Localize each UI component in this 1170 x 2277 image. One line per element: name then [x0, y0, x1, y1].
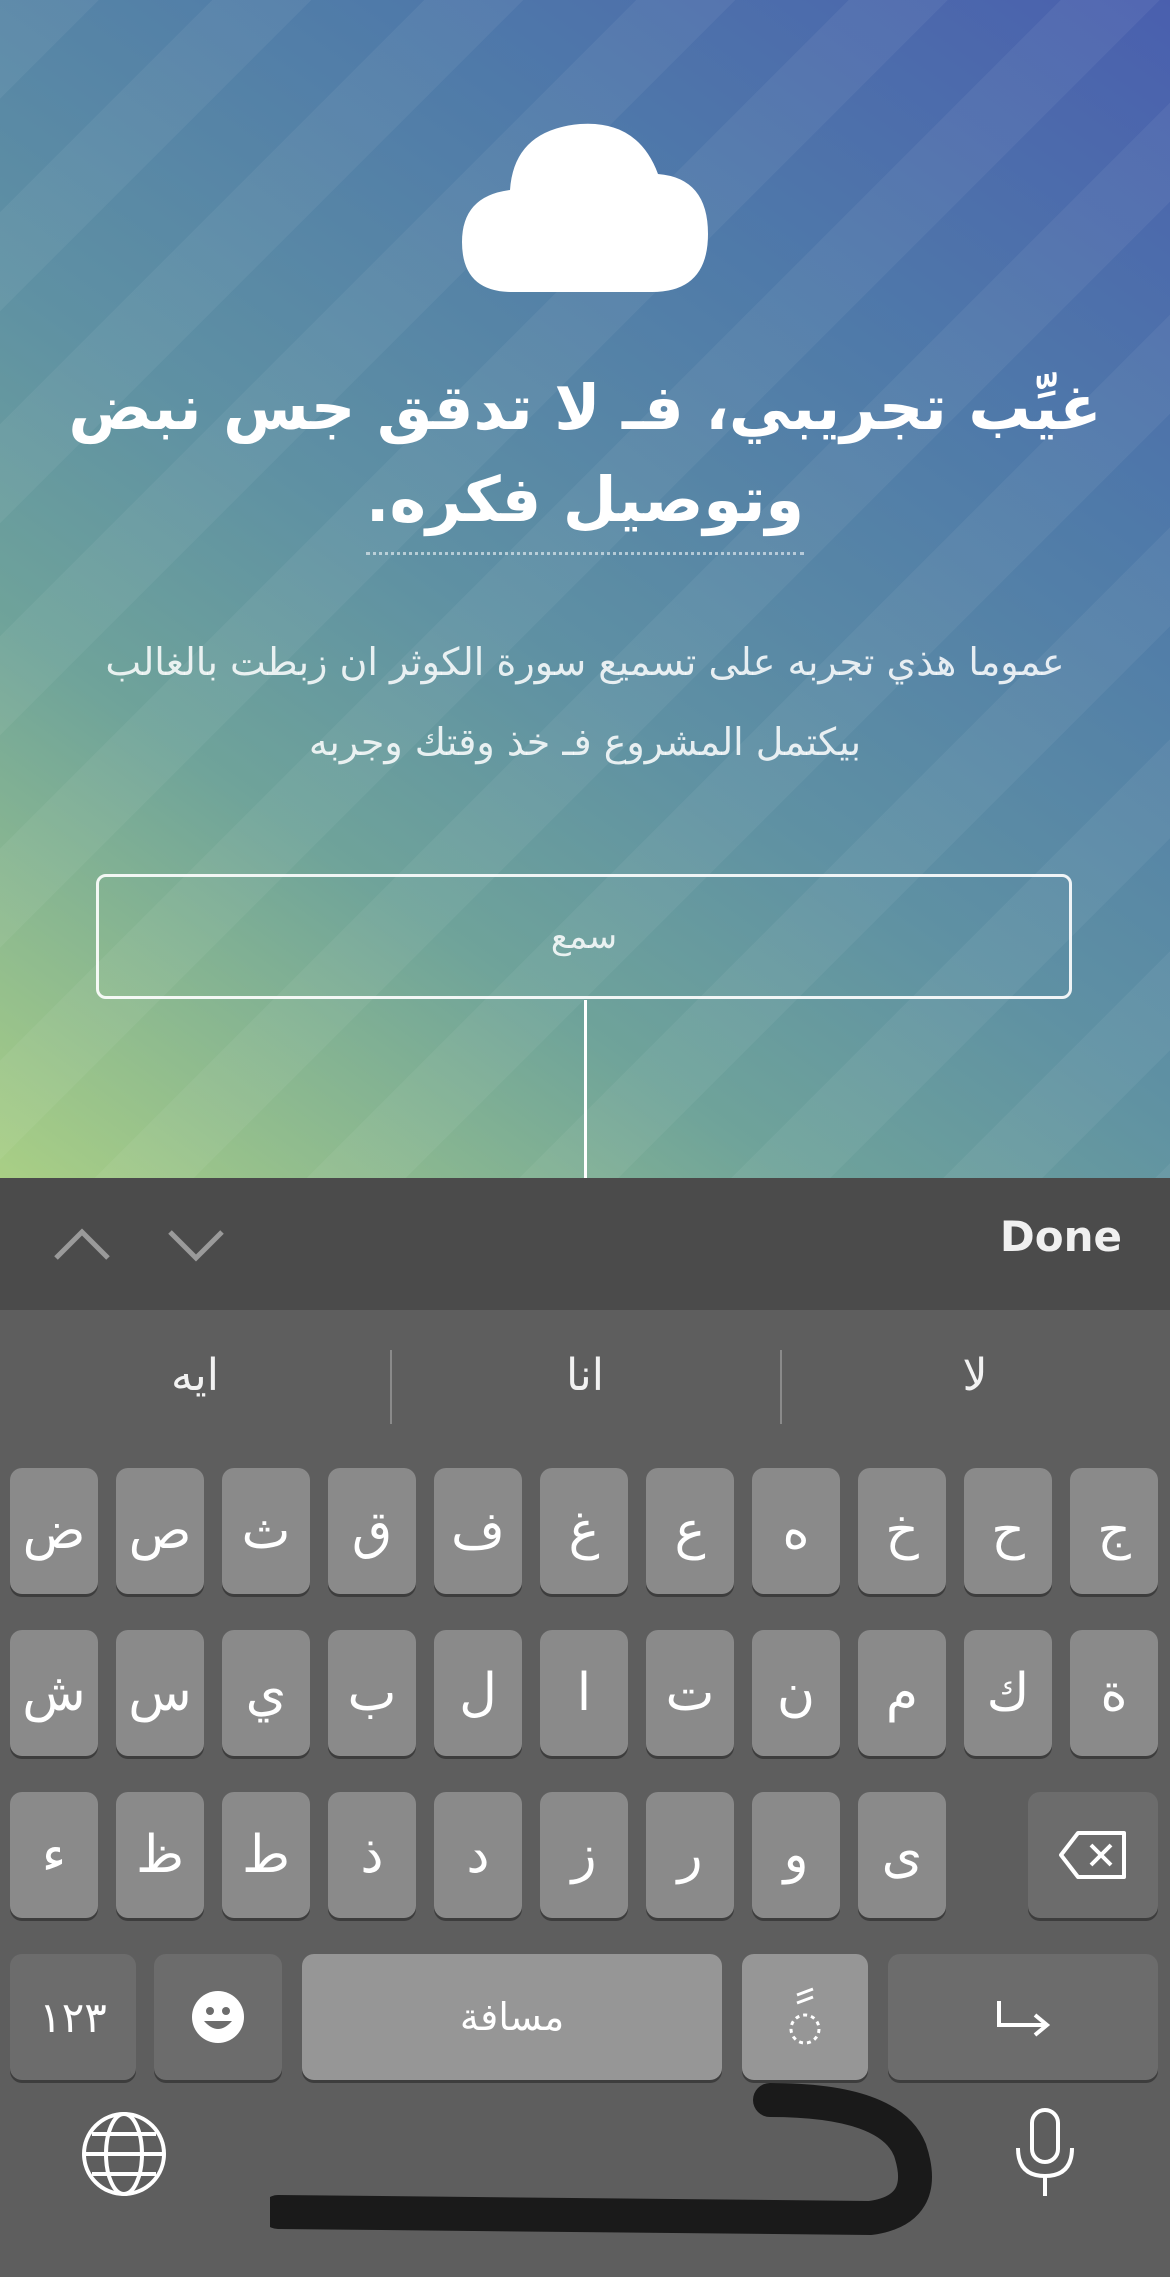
key-sad[interactable]: ص	[116, 1468, 204, 1594]
numbers-key[interactable]: ١٢٣	[10, 1954, 136, 2080]
chevron-down-icon[interactable]	[164, 1216, 228, 1272]
key-qaf[interactable]: ق	[328, 1468, 416, 1594]
key-fa[interactable]: ف	[434, 1468, 522, 1594]
recitation-input[interactable]: سمع	[96, 874, 1072, 999]
microphone-icon	[1016, 2108, 1074, 2196]
key-hamza[interactable]: ء	[10, 1792, 98, 1918]
key-ya[interactable]: ي	[222, 1630, 310, 1756]
key-thal[interactable]: ذ	[328, 1792, 416, 1918]
subtitle-line-2: بيكتمل المشروع فـ خذ وقتك وجربه	[308, 720, 862, 764]
title-line-2: وتوصيل فكره.	[365, 454, 805, 555]
content-area: غيِّب تجريبي، فـ لا تدقق جس نبض وتوصيل ف…	[0, 0, 1170, 1178]
microphone-button[interactable]	[1010, 2106, 1080, 2206]
subtitle: عموما هذي تجربه على تسميع سورة الكوثر ان…	[80, 622, 1090, 782]
input-placeholder: سمع	[550, 916, 618, 957]
return-button[interactable]	[888, 1954, 1158, 2080]
scribble-mark	[270, 2083, 932, 2236]
text-cursor	[584, 1000, 587, 1178]
return-icon	[997, 2001, 1051, 2037]
key-waw[interactable]: و	[752, 1792, 840, 1918]
key-ra[interactable]: ر	[646, 1792, 734, 1918]
chevron-up-icon[interactable]	[50, 1216, 114, 1272]
title-line-1: غيِّب تجريبي، فـ لا تدقق جس نبض	[68, 371, 1102, 444]
diacritic-circle-icon	[789, 1987, 821, 2045]
emoji-icon	[192, 1991, 244, 2043]
key-alif[interactable]: ا	[540, 1630, 628, 1756]
key-lam[interactable]: ل	[434, 1630, 522, 1756]
key-ha[interactable]: ه	[752, 1468, 840, 1594]
key-alif-maqsura[interactable]: ى	[858, 1792, 946, 1918]
globe-button[interactable]	[80, 2110, 168, 2202]
key-ba[interactable]: ب	[328, 1630, 416, 1756]
space-key[interactable]: مسافة	[302, 1954, 722, 2080]
key-kha[interactable]: خ	[858, 1468, 946, 1594]
key-jeem[interactable]: ج	[1070, 1468, 1158, 1594]
key-dha[interactable]: ظ	[116, 1792, 204, 1918]
globe-icon	[82, 2112, 166, 2196]
key-ta[interactable]: ت	[646, 1630, 734, 1756]
key-tha[interactable]: ث	[222, 1468, 310, 1594]
key-kaf[interactable]: ك	[964, 1630, 1052, 1756]
emoji-button[interactable]	[154, 1954, 282, 2080]
suggestion-2[interactable]: انا	[390, 1350, 780, 1401]
subtitle-line-1: عموما هذي تجربه على تسميع سورة الكوثر ان…	[105, 640, 1065, 684]
key-noon[interactable]: ن	[752, 1630, 840, 1756]
suggestion-1[interactable]: ايه	[0, 1350, 390, 1401]
key-tta[interactable]: ط	[222, 1792, 310, 1918]
done-button[interactable]: Done	[1000, 1212, 1122, 1261]
key-ta-marbuta[interactable]: ة	[1070, 1630, 1158, 1756]
key-meem[interactable]: م	[858, 1630, 946, 1756]
key-zay[interactable]: ز	[540, 1792, 628, 1918]
backspace-icon	[1059, 1831, 1126, 1879]
key-hha[interactable]: ح	[964, 1468, 1052, 1594]
key-dal[interactable]: د	[434, 1792, 522, 1918]
keyboard-toolbar: Done	[0, 1178, 1170, 1310]
key-seen[interactable]: س	[116, 1630, 204, 1756]
key-sheen[interactable]: ش	[10, 1630, 98, 1756]
page-title: غيِّب تجريبي، فـ لا تدقق جس نبض وتوصيل ف…	[60, 362, 1110, 555]
key-dad[interactable]: ض	[10, 1468, 98, 1594]
diacritics-key[interactable]	[742, 1954, 868, 2080]
backspace-button[interactable]	[1028, 1792, 1158, 1918]
key-ghain[interactable]: غ	[540, 1468, 628, 1594]
suggestion-3[interactable]: لا	[780, 1350, 1170, 1401]
key-ain[interactable]: ع	[646, 1468, 734, 1594]
cloud-icon	[462, 123, 708, 292]
suggestion-bar: ايه انا لا	[0, 1310, 1170, 1460]
